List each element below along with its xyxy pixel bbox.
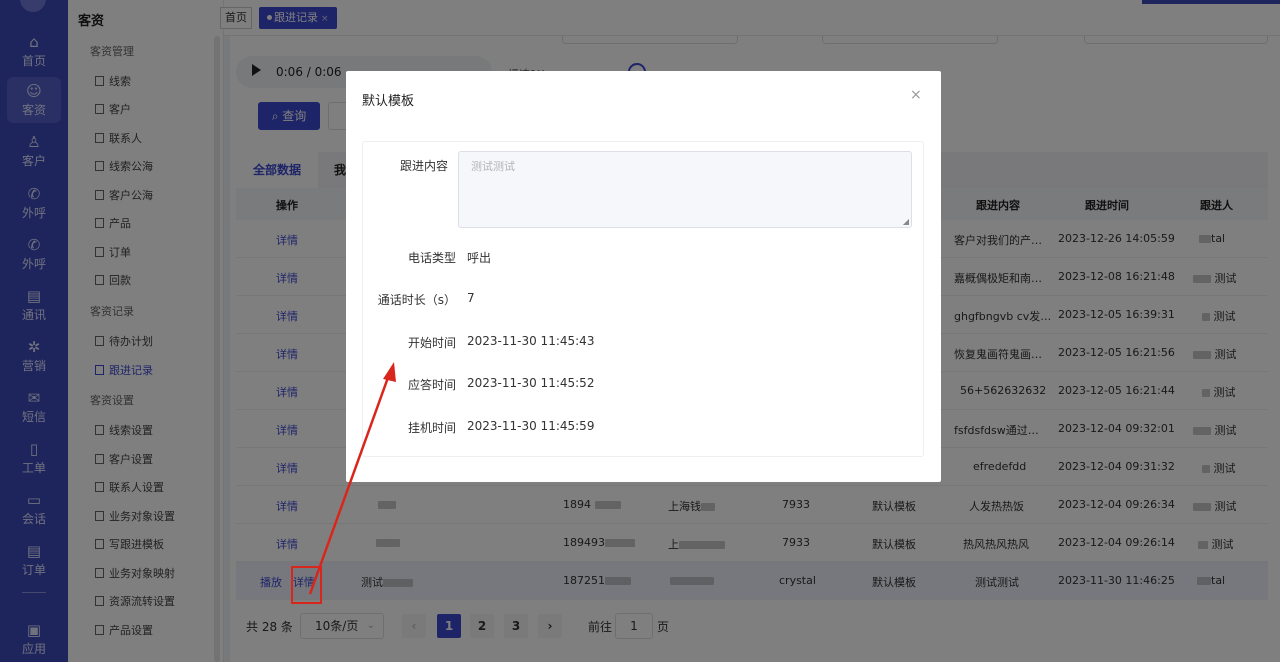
field-value-call-type: 呼出: [467, 251, 492, 265]
field-value-answer-time: 2023-11-30 11:45:52: [467, 376, 595, 390]
field-label-duration: 通话时长（s）: [377, 293, 456, 307]
content-textarea[interactable]: 测试测试 ◢: [458, 151, 912, 228]
detail-modal: 默认模板 × 跟进内容 测试测试 ◢ 电话类型 呼出 通话时长（s） 7 开始时间…: [346, 71, 941, 482]
field-label-content: 跟进内容: [399, 159, 448, 173]
modal-title: 默认模板: [362, 94, 415, 109]
field-label-hangup-time: 挂机时间: [407, 421, 456, 435]
annotation-highlight-box: [291, 566, 322, 604]
field-label-start-time: 开始时间: [407, 336, 456, 350]
close-icon[interactable]: ×: [910, 87, 922, 103]
resize-grip-icon[interactable]: ◢: [903, 217, 909, 226]
field-value-start-time: 2023-11-30 11:45:43: [467, 334, 595, 348]
field-label-answer-time: 应答时间: [407, 378, 456, 392]
field-label-call-type: 电话类型: [407, 251, 456, 265]
field-value-hangup-time: 2023-11-30 11:45:59: [467, 419, 595, 433]
field-value-duration: 7: [467, 291, 475, 305]
